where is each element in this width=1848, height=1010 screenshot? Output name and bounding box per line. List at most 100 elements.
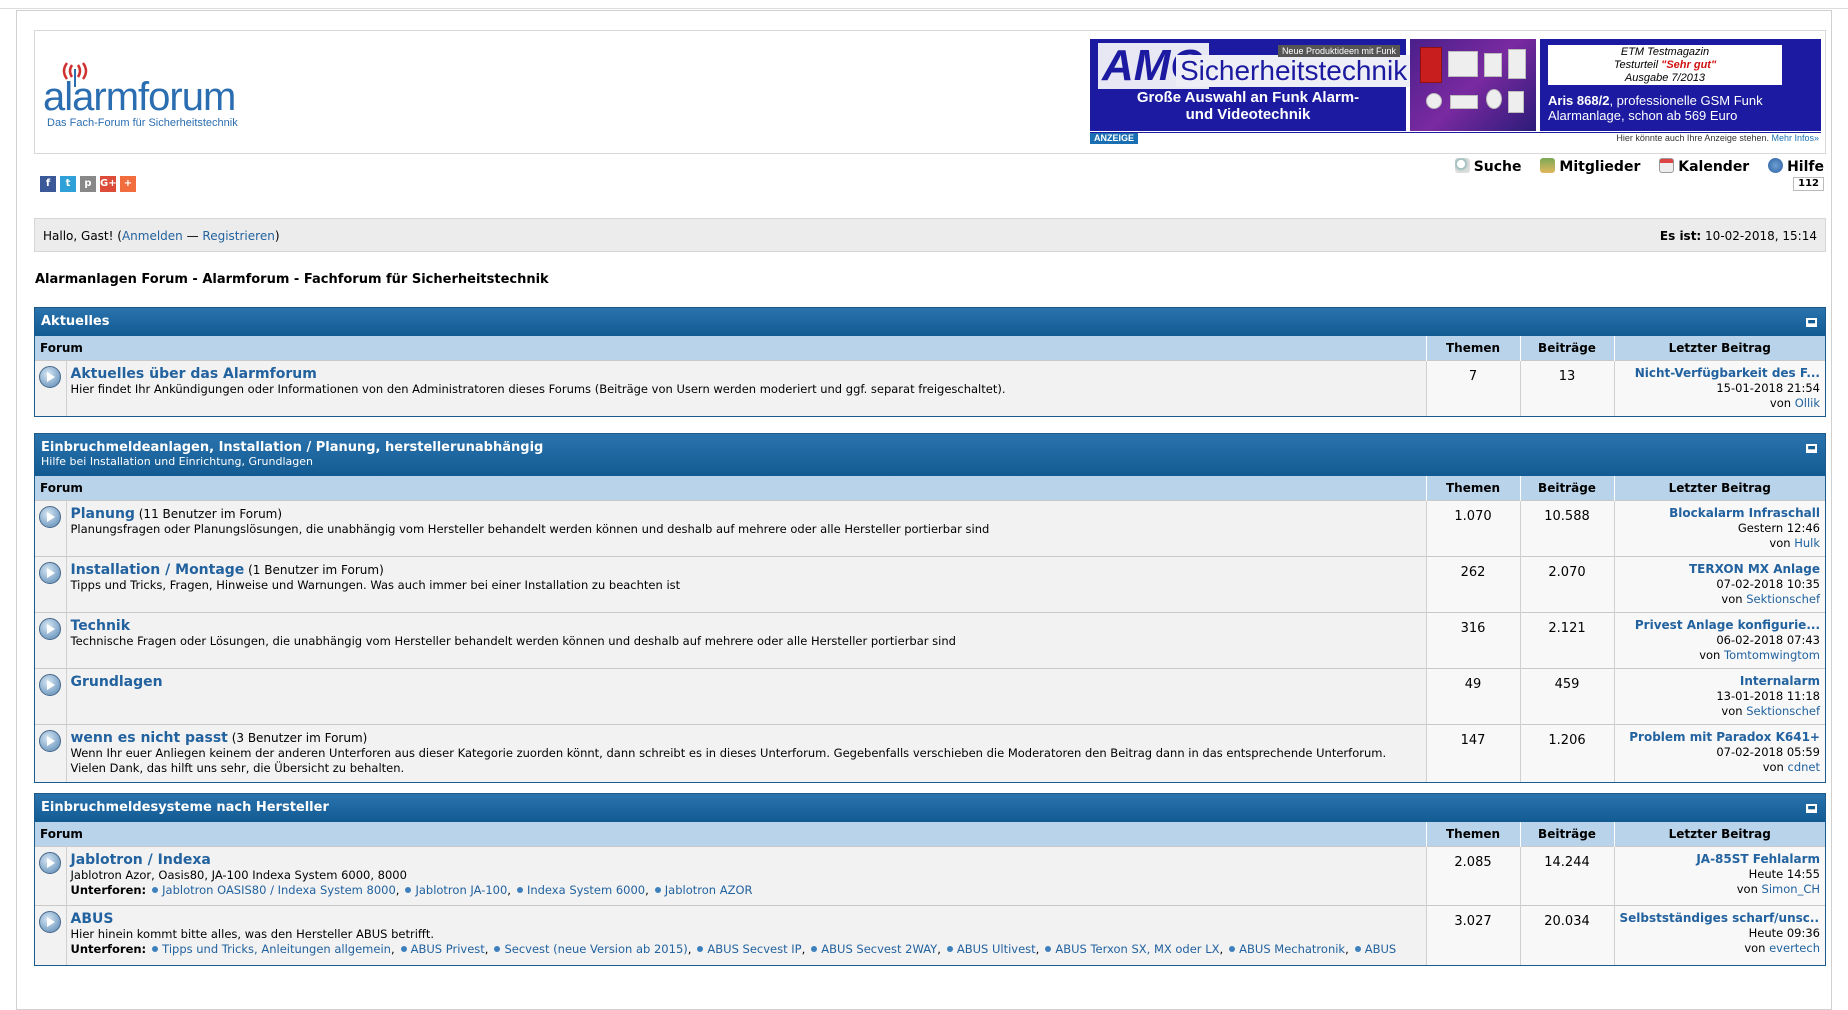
category-aktuelles: Aktuelles ▬ Forum Themen Beiträge Letzte… bbox=[34, 307, 1826, 417]
forum-status-icon[interactable] bbox=[39, 505, 61, 528]
subforum-link[interactable]: ABUS Terxon SX, MX oder LX bbox=[1055, 942, 1219, 956]
forum-last-post: Problem mit Paradox K641+ 07-02-2018 05:5… bbox=[1613, 723, 1825, 782]
top-nav: Suche Mitglieder Kalender Hilfe bbox=[1441, 158, 1824, 175]
subforum-link[interactable]: Indexa System 6000 bbox=[527, 883, 645, 897]
ad-product-image[interactable] bbox=[1410, 39, 1536, 131]
category-title[interactable]: Einbruchmeldeanlagen, Installation / Pla… bbox=[41, 440, 1819, 455]
subforum-link[interactable]: Tipps und Tricks, Anleitungen allgemein bbox=[162, 942, 391, 956]
ad-offer-line1: Aris 868/2, professionelle GSM Funk bbox=[1548, 93, 1763, 108]
col-letzter: Letzter Beitrag bbox=[1613, 476, 1825, 500]
category-header[interactable]: Aktuelles ▬ bbox=[35, 308, 1825, 336]
col-themen: Themen bbox=[1425, 476, 1520, 500]
col-letzter: Letzter Beitrag bbox=[1613, 336, 1825, 360]
forum-link[interactable]: Installation / Montage bbox=[71, 562, 245, 578]
subforum-link[interactable]: ABUS bbox=[1365, 942, 1396, 956]
collapse-icon[interactable]: ▬ bbox=[1806, 444, 1817, 453]
nav-kalender-label: Kalender bbox=[1678, 159, 1750, 175]
col-beitraege: Beiträge bbox=[1519, 476, 1614, 500]
forum-info: ABUS Hier hinein kommt bitte alles, was d… bbox=[66, 904, 1426, 965]
subforum-link[interactable]: ABUS Privest bbox=[411, 942, 485, 956]
last-post-link[interactable]: Nicht-Verfügbarkeit des F... bbox=[1620, 366, 1820, 381]
forum-last-post: Internalarm 13-01-2018 11:18 von Sektionsc… bbox=[1613, 667, 1825, 724]
last-post-by: von bbox=[1744, 940, 1770, 955]
last-post-user[interactable]: Simon_CH bbox=[1762, 882, 1820, 896]
category-title[interactable]: Einbruchmeldesysteme nach Hersteller bbox=[41, 800, 1819, 815]
subforum-bullet-icon bbox=[1045, 945, 1052, 952]
ad-panel-brand[interactable]: AMG Sicherheitstechnik Neue Produktideen… bbox=[1090, 39, 1412, 131]
register-link[interactable]: Registrieren bbox=[202, 229, 274, 243]
last-post-link[interactable]: Privest Anlage konfigurie... bbox=[1620, 618, 1820, 633]
forum-row: Technik Technische Fragen oder Lösungen, … bbox=[35, 611, 1825, 668]
forum-status-icon[interactable] bbox=[39, 561, 61, 584]
last-post-user[interactable]: Ollik bbox=[1795, 396, 1820, 410]
last-post-by: von bbox=[1699, 647, 1724, 662]
nav-kalender[interactable]: Kalender bbox=[1659, 158, 1749, 175]
last-post-link[interactable]: TERXON MX Anlage bbox=[1620, 562, 1820, 577]
nav-hilfe[interactable]: Hilfe bbox=[1768, 158, 1824, 175]
last-post-user[interactable]: Sektionschef bbox=[1746, 592, 1820, 606]
forum-link[interactable]: Technik bbox=[71, 618, 131, 634]
last-post-link[interactable]: JA-85ST Fehlalarm bbox=[1620, 852, 1820, 867]
forum-table: Forum Themen Beiträge Letzter Beitrag Ja… bbox=[35, 822, 1825, 965]
ad-product-name: Aris 868/2 bbox=[1548, 93, 1610, 108]
forum-last-post: TERXON MX Anlage 07-02-2018 10:35 von Sekt… bbox=[1613, 555, 1825, 612]
print-icon[interactable]: p bbox=[80, 176, 96, 192]
ad-more-info: Hier könnte auch Ihre Anzeige stehen. Me… bbox=[1616, 133, 1819, 144]
subforum-link[interactable]: ABUS Ultivest bbox=[957, 942, 1036, 956]
subforum-link[interactable]: Jablotron AZOR bbox=[665, 883, 753, 897]
forum-status-icon[interactable] bbox=[39, 851, 61, 874]
forum-link[interactable]: Planung bbox=[71, 506, 135, 522]
subforum-link[interactable]: ABUS Secvest 2WAY bbox=[821, 942, 937, 956]
category-header[interactable]: Einbruchmeldesysteme nach Hersteller ▬ bbox=[35, 794, 1825, 822]
subforum-link[interactable]: Jablotron OASIS80 / Indexa System 8000 bbox=[162, 883, 396, 897]
forum-row: wenn es nicht passt (3 Benutzer im Forum… bbox=[35, 723, 1825, 782]
subforum-link[interactable]: ABUS Mechatronik bbox=[1239, 942, 1345, 956]
forum-link[interactable]: Aktuelles über das Alarmforum bbox=[71, 366, 317, 382]
subforum-link[interactable]: ABUS Secvest IP bbox=[707, 942, 801, 956]
forum-status-icon[interactable] bbox=[39, 673, 61, 696]
subforum-link[interactable]: Jablotron JA-100 bbox=[415, 883, 507, 897]
collapse-icon[interactable]: ▬ bbox=[1806, 318, 1817, 327]
last-post-link[interactable]: Selbstständiges scharf/unsc... bbox=[1620, 911, 1821, 926]
top-divider bbox=[0, 8, 1848, 9]
last-post-link[interactable]: Problem mit Paradox K641+ bbox=[1620, 730, 1820, 745]
last-post-link[interactable]: Blockalarm Infraschall bbox=[1620, 506, 1820, 521]
share-more-icon[interactable]: + bbox=[120, 176, 136, 192]
forum-link[interactable]: Grundlagen bbox=[71, 674, 163, 690]
login-link[interactable]: Anmelden bbox=[122, 229, 183, 243]
twitter-icon[interactable]: t bbox=[60, 176, 76, 192]
forum-link[interactable]: Jablotron / Indexa bbox=[71, 852, 211, 868]
nav-mitglieder[interactable]: Mitglieder bbox=[1540, 158, 1640, 175]
site-logo[interactable]: alarmforum Das Fach-Forum für Sicherheit… bbox=[43, 57, 243, 135]
last-post-user[interactable]: evertech bbox=[1769, 941, 1820, 955]
forum-desc: Wenn Ihr euer Anliegen keinem der andere… bbox=[70, 745, 1387, 775]
category-subtitle: Hilfe bei Installation und Einrichtung, … bbox=[41, 455, 313, 468]
ad-test-box: ETM Testmagazin Testurteil "Sehr gut" Au… bbox=[1548, 45, 1782, 85]
subforum-link[interactable]: Secvest (neue Version ab 2015) bbox=[504, 942, 687, 956]
nav-suche[interactable]: Suche bbox=[1454, 158, 1522, 175]
last-post-user[interactable]: Tomtomwingtom bbox=[1724, 648, 1820, 662]
collapse-icon[interactable]: ▬ bbox=[1806, 804, 1817, 813]
google-plus-icon[interactable]: G+ bbox=[100, 176, 117, 192]
advertisement-banner[interactable]: AMG Sicherheitstechnik Neue Produktideen… bbox=[1090, 39, 1821, 145]
col-letzter: Letzter Beitrag bbox=[1613, 822, 1825, 846]
category-title[interactable]: Aktuelles bbox=[41, 314, 1819, 329]
forum-beitraege: 14.244 bbox=[1519, 845, 1614, 905]
nav-mitglieder-label: Mitglieder bbox=[1559, 159, 1641, 175]
forum-link[interactable]: ABUS bbox=[71, 911, 114, 927]
forum-link[interactable]: wenn es nicht passt bbox=[71, 730, 228, 746]
last-post-user[interactable]: cdnet bbox=[1788, 760, 1821, 774]
forum-status-icon[interactable] bbox=[39, 729, 61, 752]
ad-panel-offer[interactable]: ETM Testmagazin Testurteil "Sehr gut" Au… bbox=[1540, 39, 1821, 131]
last-post-user[interactable]: Sektionschef bbox=[1746, 704, 1820, 718]
forum-status-icon[interactable] bbox=[39, 617, 61, 640]
facebook-icon[interactable]: f bbox=[40, 176, 56, 192]
ad-more-link[interactable]: Mehr Infos» bbox=[1771, 133, 1819, 143]
last-post-user[interactable]: Hulk bbox=[1794, 536, 1820, 550]
last-post-link[interactable]: Internalarm bbox=[1620, 674, 1820, 689]
col-forum: Forum bbox=[35, 336, 1426, 360]
remote-device bbox=[1450, 95, 1478, 109]
category-header[interactable]: Einbruchmeldeanlagen, Installation / Pla… bbox=[35, 434, 1825, 476]
forum-status-icon[interactable] bbox=[39, 365, 61, 388]
forum-status-icon[interactable] bbox=[39, 910, 61, 933]
